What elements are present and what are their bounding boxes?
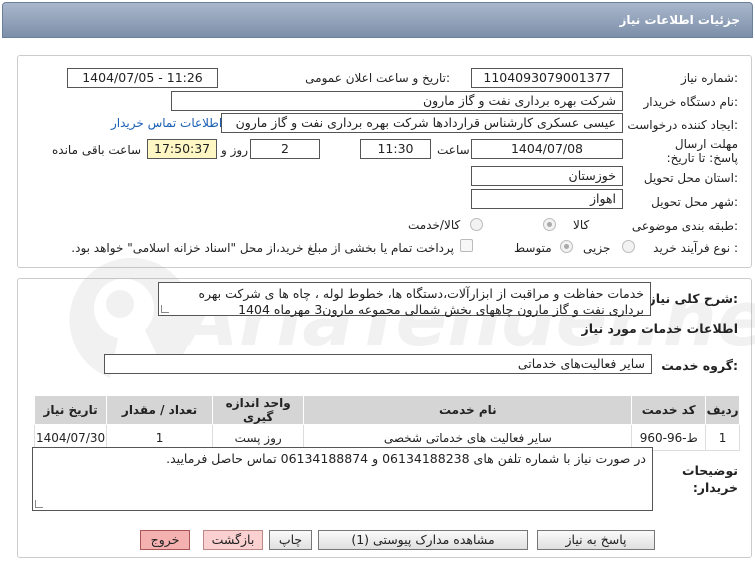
- days-field: 2: [250, 139, 320, 159]
- announce-label: تاریخ و ساعت اعلان عمومی:: [305, 71, 450, 85]
- buyer-label: نام دستگاه خریدار:: [643, 95, 739, 109]
- deadline-label: مهلت ارسال پاسخ: تا تاریخ:: [666, 137, 738, 165]
- col-service-code: کد خدمت: [631, 395, 707, 425]
- col-quantity: تعداد / مقدار: [106, 395, 213, 425]
- attachments-button[interactable]: مشاهده مدارک پیوستی (1): [318, 530, 528, 550]
- category-option-goods-radio[interactable]: [543, 218, 556, 231]
- service-group-field: سایر فعالیت‌های خدماتی: [104, 354, 652, 374]
- col-need-date: تاریخ نیاز: [33, 395, 108, 425]
- days-label: روز و: [221, 143, 248, 157]
- city-label: شهر محل تحویل:: [651, 195, 738, 209]
- buyer-field: شرکت بهره برداری نفت و گاز مارون: [171, 91, 623, 111]
- summary-label: شرح کلی نیاز:: [648, 291, 739, 306]
- category-option-goods-services-radio[interactable]: [470, 218, 483, 231]
- buyer-notes-label: توضیحات خریدار:: [682, 463, 738, 495]
- buyer-contact-link[interactable]: اطلاعات تماس خریدار: [111, 116, 222, 130]
- process-option-medium-label: متوسط: [514, 241, 552, 255]
- resize-grip-icon[interactable]: [35, 500, 43, 508]
- city-field: اهواز: [471, 189, 623, 209]
- buyer-notes-textarea[interactable]: در صورت نیاز با شماره تلفن های 061341882…: [32, 447, 653, 511]
- deadline-date-field: 1404/07/08: [471, 139, 623, 159]
- remaining-label: ساعت باقی مانده: [52, 143, 142, 157]
- creator-label: ایجاد کننده درخواست:: [627, 118, 738, 132]
- exit-button[interactable]: خروج: [140, 530, 190, 550]
- remaining-time-field: 17:50:37: [147, 139, 217, 159]
- process-label: نوع فرآیند خرید :: [653, 241, 738, 255]
- buyer-notes-text: در صورت نیاز با شماره تلفن های 061341882…: [166, 451, 646, 466]
- province-field: خوزستان: [471, 166, 623, 186]
- col-unit: واحد اندازه گیری: [211, 395, 305, 425]
- deadline-time-field: 11:30: [360, 139, 431, 159]
- table-header-row: تاریخ نیاز تعداد / مقدار واحد اندازه گیر…: [33, 395, 740, 425]
- col-service-name: نام خدمت: [303, 395, 633, 425]
- category-option-goods-services-label: کالا/خدمت: [408, 218, 461, 232]
- summary-text: خدمات حفاظت و مراقبت از ابزارآلات،دستگاه…: [198, 286, 644, 317]
- print-button[interactable]: چاپ: [269, 530, 312, 550]
- deadline-time-label: ساعت: [437, 143, 470, 157]
- cell-row-number: 1: [705, 424, 740, 451]
- creator-field: عیسی عسکری کارشناس قراردادها شرکت بهره ب…: [221, 113, 623, 133]
- back-button[interactable]: بازگشت: [203, 530, 263, 550]
- province-label: استان محل تحویل:: [643, 171, 738, 185]
- summary-textarea[interactable]: خدمات حفاظت و مراقبت از ابزارآلات،دستگاه…: [158, 282, 651, 317]
- resize-grip-icon[interactable]: [161, 305, 169, 313]
- reply-button[interactable]: پاسخ به نیاز: [537, 530, 655, 550]
- process-option-medium-radio[interactable]: [560, 240, 573, 253]
- col-row-number: ردیف: [705, 395, 740, 425]
- treasury-payment-checkbox[interactable]: [460, 239, 473, 252]
- service-group-label: گروه خدمت:: [661, 358, 738, 373]
- process-option-minor-label: جزیی: [583, 241, 611, 255]
- window-title: جزئیات اطلاعات نیاز: [619, 13, 740, 27]
- need-number-label: شماره نیاز:: [680, 71, 738, 85]
- window-titlebar: جزئیات اطلاعات نیاز: [2, 2, 753, 38]
- need-number-field: 1104093079001377: [471, 68, 623, 88]
- announce-field: 1404/07/05 - 11:26: [67, 68, 218, 88]
- category-option-goods-label: کالا: [573, 218, 590, 232]
- category-label: طبقه بندی موضوعی:: [631, 219, 738, 233]
- process-option-minor-radio[interactable]: [622, 240, 635, 253]
- services-heading: اطلاعات خدمات مورد نیاز: [581, 321, 739, 336]
- treasury-payment-note: پرداخت تمام یا بخشی از مبلغ خرید،از محل …: [71, 241, 454, 255]
- services-table: تاریخ نیاز تعداد / مقدار واحد اندازه گیر…: [33, 395, 740, 451]
